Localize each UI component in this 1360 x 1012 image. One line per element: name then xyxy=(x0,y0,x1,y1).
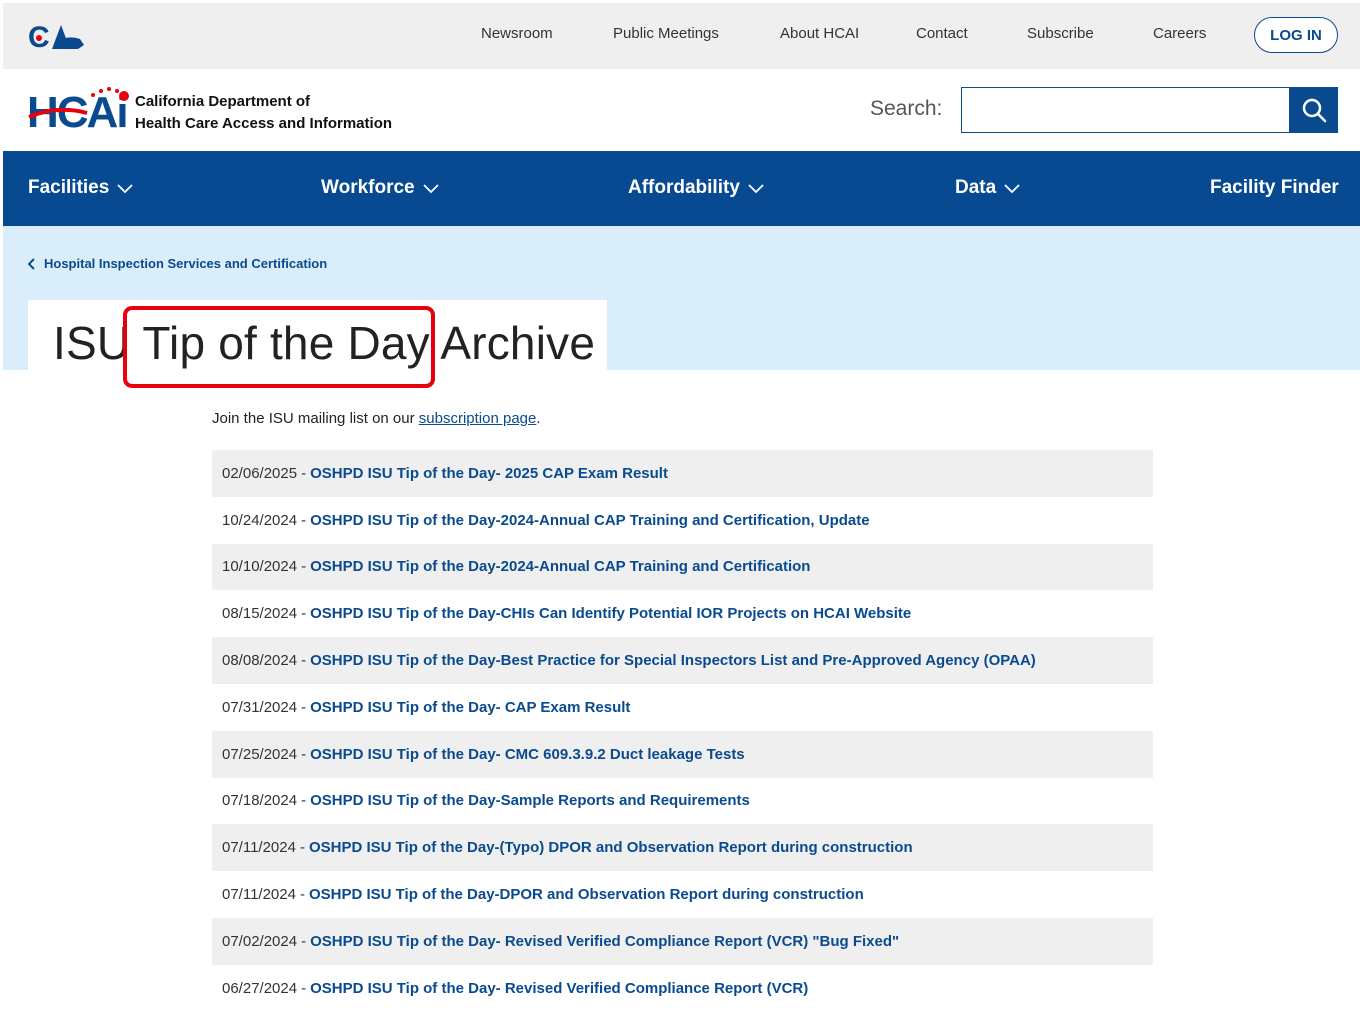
tip-link[interactable]: OSHPD ISU Tip of the Day- Revised Verifi… xyxy=(310,980,808,997)
breadcrumb[interactable]: Hospital Inspection Services and Certifi… xyxy=(28,256,327,271)
list-item: 02/06/2025- OSHPD ISU Tip of the Day- 202… xyxy=(212,450,1153,497)
hcai-logo[interactable]: HCAi xyxy=(27,83,135,135)
tip-link[interactable]: OSHPD ISU Tip of the Day-Best Practice f… xyxy=(310,652,1036,669)
nav-facilities[interactable]: Facilities xyxy=(28,177,133,199)
tip-link[interactable]: OSHPD ISU Tip of the Day-CHIs Can Identi… xyxy=(310,605,911,622)
tip-date: 07/11/2024 xyxy=(222,839,296,857)
nav-facility-finder[interactable]: Facility Finder xyxy=(1210,177,1339,199)
tip-link[interactable]: OSHPD ISU Tip of the Day- CAP Exam Resul… xyxy=(310,699,630,716)
tip-date: 07/31/2024 xyxy=(222,698,298,716)
separator: - xyxy=(301,464,307,482)
mailing-list-intro: Join the ISU mailing list on our subscri… xyxy=(212,410,541,427)
tip-date: 07/11/2024 xyxy=(222,886,296,904)
list-item: 07/31/2024- OSHPD ISU Tip of the Day- CAP… xyxy=(212,684,1153,731)
separator: - xyxy=(301,511,307,529)
tip-link[interactable]: OSHPD ISU Tip of the Day-2024-Annual CAP… xyxy=(310,558,810,575)
nav-facility-finder-label: Facility Finder xyxy=(1210,177,1339,198)
separator: - xyxy=(301,652,307,670)
intro-suffix: . xyxy=(536,410,541,427)
tip-date: 02/06/2025 xyxy=(222,464,298,482)
search-label: Search: xyxy=(870,97,943,120)
tip-link[interactable]: OSHPD ISU Tip of the Day- 2025 CAP Exam … xyxy=(310,465,668,482)
chevron-down-icon xyxy=(422,184,439,193)
chevron-down-icon xyxy=(1004,184,1020,193)
tip-list: 02/06/2025- OSHPD ISU Tip of the Day- 202… xyxy=(212,450,1153,1012)
separator: - xyxy=(301,605,307,623)
list-item: 10/10/2024- OSHPD ISU Tip of the Day-2024… xyxy=(212,543,1153,591)
tip-date: 07/02/2024 xyxy=(222,932,298,950)
search-input[interactable] xyxy=(961,87,1291,133)
nav-affordability[interactable]: Affordability xyxy=(628,177,764,199)
branding-row: HCAi California Department of Health Car… xyxy=(3,69,1360,151)
tip-link[interactable]: OSHPD ISU Tip of the Day-DPOR and Observ… xyxy=(309,886,864,903)
title-box: ISU Tip of the Day Archive xyxy=(28,300,607,380)
tip-link[interactable]: OSHPD ISU Tip of the Day- Revised Verifi… xyxy=(310,933,899,950)
separator: - xyxy=(301,745,307,763)
list-item: 07/11/2024- OSHPD ISU Tip of the Day-DPOR… xyxy=(212,871,1153,918)
tip-date: 06/27/2024 xyxy=(222,979,298,997)
login-button[interactable]: LOG IN xyxy=(1254,17,1338,53)
tip-date: 10/10/2024 xyxy=(222,558,298,576)
separator: - xyxy=(301,932,307,950)
search-icon xyxy=(1302,98,1326,123)
nav-data[interactable]: Data xyxy=(955,177,1020,199)
utility-bar: C Newsroom Public Meetings About HCAI Co… xyxy=(3,3,1360,69)
subscription-page-link[interactable]: subscription page xyxy=(419,410,537,427)
main-navigation: Facilities Workforce Affordability Data … xyxy=(3,151,1360,226)
chevron-down-icon xyxy=(748,184,764,193)
dept-line-1: California Department of xyxy=(135,93,311,110)
ca-state-logo[interactable]: C xyxy=(28,19,88,55)
list-item: 06/27/2024- OSHPD ISU Tip of the Day- Rev… xyxy=(212,965,1153,1012)
tip-link[interactable]: OSHPD ISU Tip of the Day-(Typo) DPOR and… xyxy=(309,839,913,856)
tip-link[interactable]: OSHPD ISU Tip of the Day-Sample Reports … xyxy=(310,792,750,809)
nav-data-label: Data xyxy=(955,177,997,198)
separator: - xyxy=(301,698,307,716)
nav-subscribe[interactable]: Subscribe xyxy=(1027,25,1094,42)
separator: - xyxy=(301,558,307,576)
list-item: 08/08/2024- OSHPD ISU Tip of the Day-Best… xyxy=(212,637,1153,684)
department-name: California Department of Health Care Acc… xyxy=(135,91,392,135)
separator: - xyxy=(299,839,305,857)
search-button[interactable] xyxy=(1289,87,1338,133)
tip-date: 08/08/2024 xyxy=(222,652,298,670)
breadcrumb-link[interactable]: Hospital Inspection Services and Certifi… xyxy=(44,256,327,271)
nav-careers[interactable]: Careers xyxy=(1153,25,1206,42)
tip-date: 07/25/2024 xyxy=(222,745,298,763)
list-item: 10/24/2024- OSHPD ISU Tip of the Day-2024… xyxy=(212,497,1153,544)
separator: - xyxy=(301,792,307,810)
tip-date: 08/15/2024 xyxy=(222,605,298,623)
nav-facilities-label: Facilities xyxy=(28,177,110,198)
tip-date: 10/24/2024 xyxy=(222,511,298,529)
separator: - xyxy=(299,886,305,904)
separator: - xyxy=(301,979,307,997)
nav-newsroom[interactable]: Newsroom xyxy=(481,25,553,42)
nav-about-hcai[interactable]: About HCAI xyxy=(780,25,859,42)
intro-prefix: Join the ISU mailing list on our xyxy=(212,410,419,427)
tip-link[interactable]: OSHPD ISU Tip of the Day-2024-Annual CAP… xyxy=(310,512,870,529)
dept-line-2: Health Care Access and Information xyxy=(135,115,393,132)
list-item: 07/11/2024- OSHPD ISU Tip of the Day-(Typ… xyxy=(212,824,1153,872)
list-item: 08/15/2024- OSHPD ISU Tip of the Day-CHIs… xyxy=(212,590,1153,637)
list-item: 07/18/2024- OSHPD ISU Tip of the Day-Samp… xyxy=(212,778,1153,825)
nav-affordability-label: Affordability xyxy=(628,177,740,198)
tip-link[interactable]: OSHPD ISU Tip of the Day- CMC 609.3.9.2 … xyxy=(310,746,745,763)
tip-date: 07/18/2024 xyxy=(222,792,298,810)
page-title: ISU Tip of the Day Archive xyxy=(53,317,596,369)
nav-workforce[interactable]: Workforce xyxy=(321,177,439,199)
nav-public-meetings[interactable]: Public Meetings xyxy=(613,25,719,42)
list-item: 07/02/2024- OSHPD ISU Tip of the Day- Rev… xyxy=(212,917,1153,965)
chevron-down-icon xyxy=(117,184,133,193)
list-item: 07/25/2024- OSHPD ISU Tip of the Day- CMC… xyxy=(212,730,1153,778)
nav-workforce-label: Workforce xyxy=(321,177,415,198)
nav-contact[interactable]: Contact xyxy=(916,25,968,42)
chevron-left-icon xyxy=(28,257,35,270)
